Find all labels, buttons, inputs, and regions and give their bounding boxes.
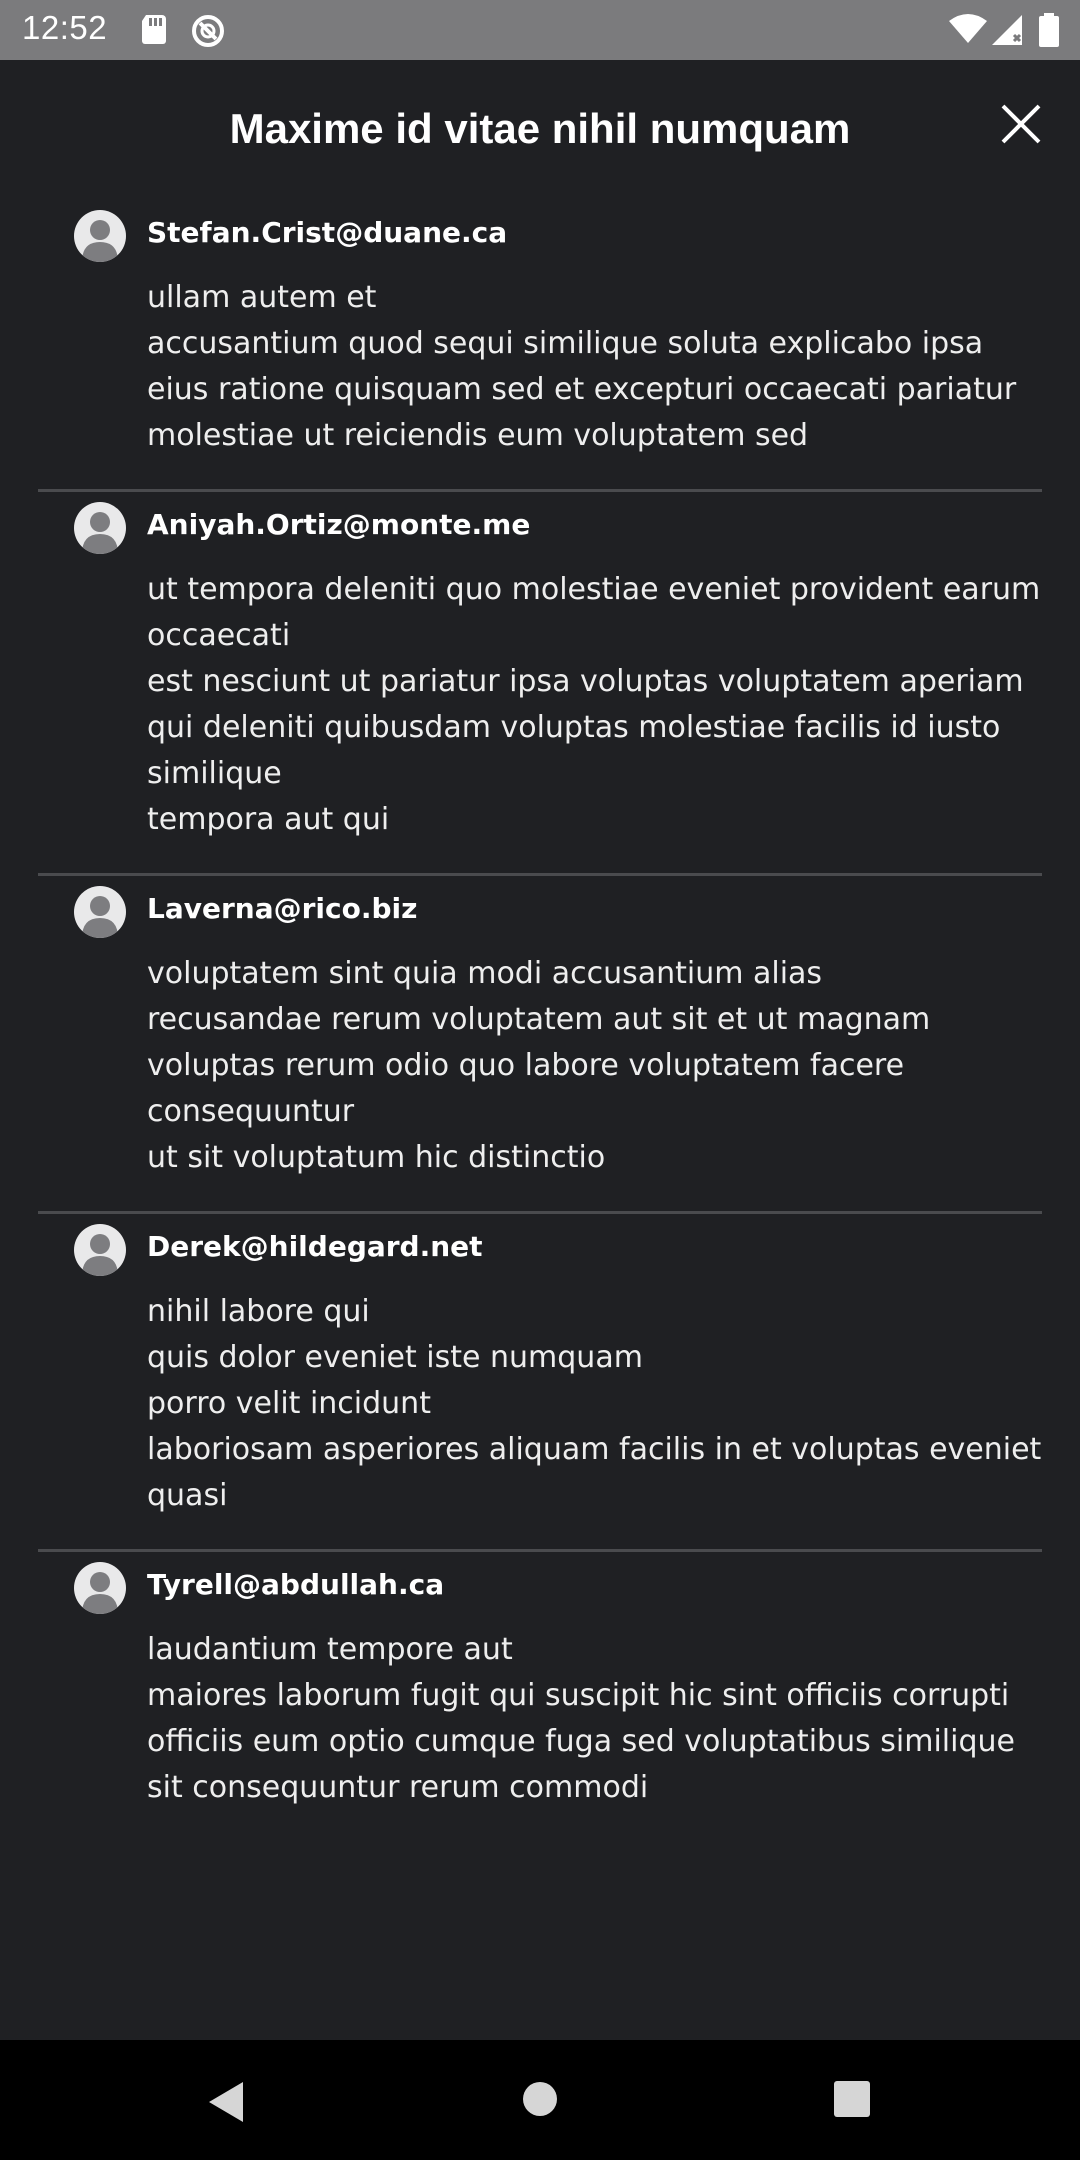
avatar-icon <box>74 502 126 554</box>
avatar-icon <box>74 1224 126 1276</box>
status-time: 12:52 <box>22 9 108 46</box>
comment-line: voluptas rerum odio quo labore voluptate… <box>147 1048 905 1129</box>
comment-line: voluptatem sint quia modi accusantium al… <box>147 956 823 991</box>
avatar-icon <box>74 210 126 262</box>
home-icon[interactable] <box>521 2080 559 2122</box>
comment-body: voluptatem sint quia modi accusantium al… <box>147 951 1042 1181</box>
comments-dialog: Maxime id vitae nihil numquam Stefan.Cri… <box>0 60 1080 2040</box>
comment-item: Aniyah.Ortiz@monte.me ut tempora delenit… <box>38 492 1042 876</box>
status-bar: 12:52 <box>0 0 1080 60</box>
comment-line: tempora aut qui <box>147 802 390 837</box>
comment-line: ullam autem et <box>147 280 377 315</box>
avatar-icon <box>74 886 126 938</box>
dialog-title: Maxime id vitae nihil numquam <box>229 105 851 152</box>
comment-line: est nesciunt ut pariatur ipsa voluptas v… <box>147 664 1024 791</box>
comment-line: nihil labore qui <box>147 1294 370 1329</box>
comment-line: accusantium quod sequi similique soluta … <box>147 326 1017 453</box>
comment-line: laboriosam asperiores aliquam facilis in… <box>147 1432 1042 1513</box>
comment-author: Aniyah.Ortiz@monte.me <box>147 508 531 541</box>
comment-line: recusandae rerum voluptatem aut sit et u… <box>147 1002 931 1037</box>
comment-item: Tyrell@abdullah.ca laudantium tempore au… <box>38 1552 1042 1841</box>
avatar-icon <box>74 1562 126 1614</box>
battery-icon <box>1038 13 1060 51</box>
close-icon <box>1001 104 1041 144</box>
recents-icon[interactable] <box>833 2080 871 2122</box>
comment-author: Stefan.Crist@duane.ca <box>147 216 508 249</box>
comment-body: nihil labore qui quis dolor eveniet iste… <box>147 1289 1042 1519</box>
sync-icon <box>190 13 226 53</box>
comment-author: Derek@hildegard.net <box>147 1230 483 1263</box>
comment-line: quis dolor eveniet iste numquam <box>147 1340 643 1375</box>
comment-line: laudantium tempore aut <box>147 1632 513 1667</box>
comment-item: Derek@hildegard.net nihil labore qui qui… <box>38 1214 1042 1552</box>
comment-line: ut sit voluptatum hic distinctio <box>147 1140 606 1175</box>
comment-author: Laverna@rico.biz <box>147 892 418 925</box>
back-icon[interactable] <box>205 2080 245 2128</box>
comment-line: porro velit incidunt <box>147 1386 431 1421</box>
comment-line: ut tempora deleniti quo molestiae evenie… <box>147 572 1041 653</box>
comment-author: Tyrell@abdullah.ca <box>147 1568 445 1601</box>
signal-icon <box>990 13 1024 51</box>
close-button[interactable] <box>995 98 1047 150</box>
comment-list: Stefan.Crist@duane.ca ullam autem et acc… <box>0 200 1080 1841</box>
comment-body: ullam autem et accusantium quod sequi si… <box>147 275 1042 459</box>
wifi-icon <box>948 13 988 49</box>
comment-item: Stefan.Crist@duane.ca ullam autem et acc… <box>38 200 1042 492</box>
comment-item: Laverna@rico.biz voluptatem sint quia mo… <box>38 876 1042 1214</box>
comment-body: ut tempora deleniti quo molestiae evenie… <box>147 567 1042 843</box>
navigation-bar <box>0 2040 1080 2160</box>
comment-line: maiores laborum fugit qui suscipit hic s… <box>147 1678 1015 1805</box>
comment-body: laudantium tempore aut maiores laborum f… <box>147 1627 1042 1811</box>
sd-card-icon <box>140 13 168 49</box>
